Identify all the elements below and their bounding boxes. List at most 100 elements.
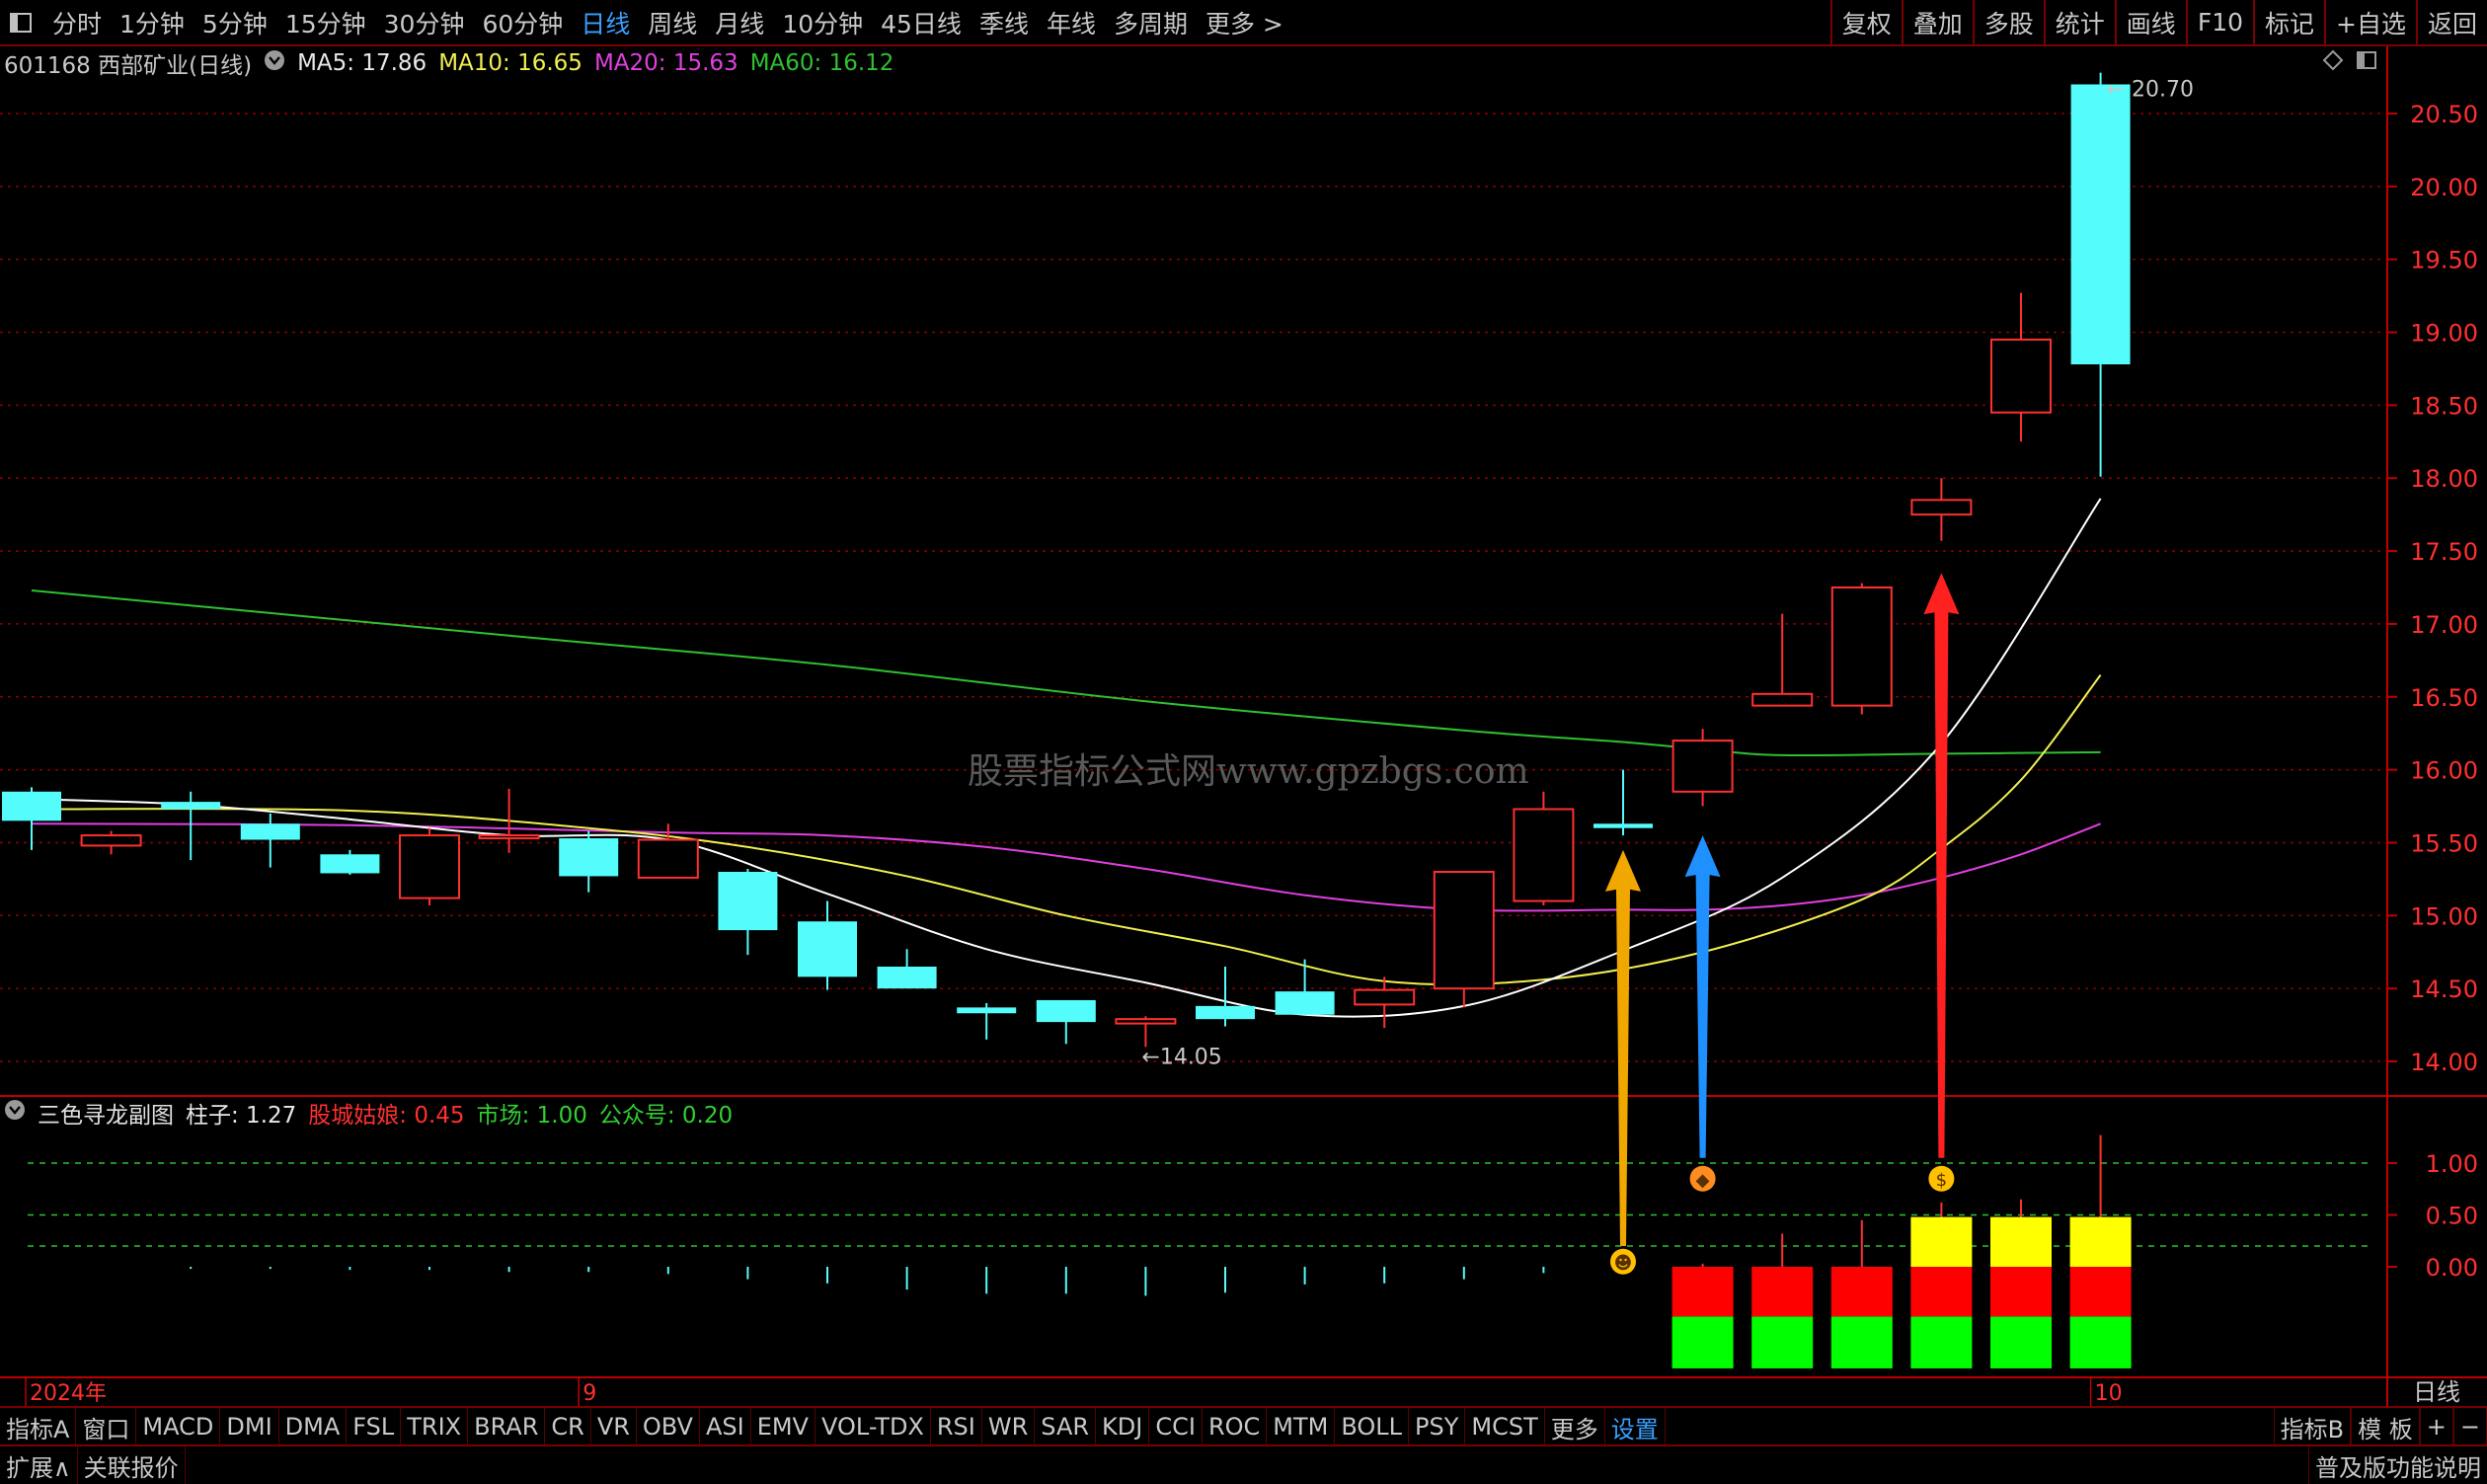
indicator-right-buttons: 指标B 模 板 + − [2273,1408,2487,1445]
indicator-right-button-1[interactable]: 模 板 [2351,1408,2420,1445]
indicator-button-17[interactable]: KDJ [1096,1408,1150,1445]
candle-0 [2,787,61,850]
ma10-line [31,674,2102,986]
tab-period-13[interactable]: 多周期 [1105,5,1197,40]
indicator-right-button-3[interactable]: − [2452,1408,2487,1445]
candle-body [1354,988,1416,1006]
candle-body [559,838,619,877]
toolbar-right-buttons: 复权 叠加 多股 统计 画线 F10 标记 +自选 返回 [1829,0,2487,44]
tab-period-3[interactable]: 15分钟 [276,5,375,40]
indicator-right-button-2[interactable]: + [2419,1408,2453,1445]
indicator-button-16[interactable]: SAR [1035,1408,1097,1445]
collapse-icon[interactable] [264,49,285,77]
indicator-button-1[interactable]: 窗口 [76,1408,137,1445]
indicator-button-18[interactable]: CCI [1149,1408,1203,1445]
sub-stack-segment [1990,1267,2052,1317]
gongzhonghao-value: 公众号: 0.20 [598,1103,734,1129]
indicator-button-4[interactable]: DMA [279,1408,348,1445]
indicator-right-button-0[interactable]: 指标B [2273,1408,2352,1445]
indicator-button-19[interactable]: ROC [1203,1408,1268,1445]
candle-19 [1513,791,1575,905]
indicator-button-6[interactable]: TRIX [401,1408,469,1445]
watermark: 股票指标公式网www.gpzbgs.com [968,751,1529,792]
indicator-button-7[interactable]: BRAR [468,1408,546,1445]
tab-period-1[interactable]: 1分钟 [111,5,194,40]
diamond-icon-glyph: ◆ [1696,1170,1710,1191]
shichang-value: 市场: 1.00 [476,1103,587,1129]
indicator-button-5[interactable]: FSL [347,1408,402,1445]
tab-period-5[interactable]: 60分钟 [473,5,572,40]
toolbar-button-7[interactable]: +自选 [2324,0,2416,44]
indicator-button-20[interactable]: MTM [1267,1408,1336,1445]
candle-body [798,921,857,977]
tab-period-9[interactable]: 10分钟 [773,5,872,40]
indicator-button-3[interactable]: DMI [220,1408,279,1445]
indicator-button-25[interactable]: 设置 [1605,1408,1666,1445]
candle-body [1593,823,1653,828]
indicator-button-21[interactable]: BOLL [1335,1408,1410,1445]
status-bar: 扩展∧ 关联报价 普及版功能说明 [0,1445,2487,1484]
sub-stack-segment [1751,1267,1814,1317]
sub-stack-segment [1671,1316,1734,1368]
toolbar-button-2[interactable]: 多股 [1972,0,2044,44]
tab-period-14[interactable]: 更多 > [1197,5,1292,40]
tab-period-2[interactable]: 5分钟 [194,5,276,40]
candle-4 [320,849,380,875]
indicator-button-15[interactable]: WR [982,1408,1036,1445]
ma60-line [31,588,2101,757]
sub-stack-segment [1751,1316,1814,1368]
candle-body [1196,1005,1255,1020]
indicator-button-12[interactable]: EMV [751,1408,816,1445]
signal-arrow-2 [1923,573,1960,1158]
indicator-button-9[interactable]: VR [591,1408,637,1445]
indicator-button-23[interactable]: MCST [1465,1408,1545,1445]
tab-period-8[interactable]: 月线 [706,5,773,40]
related-quote-button[interactable]: 关联报价 [78,1446,186,1484]
price-tick-label: 19.50 [2410,247,2478,274]
indicator-button-14[interactable]: RSI [931,1408,982,1445]
indicator-button-2[interactable]: MACD [136,1408,221,1445]
price-tick-label: 17.00 [2410,611,2478,639]
candle-body [1910,499,1973,516]
tab-period-12[interactable]: 年线 [1038,5,1105,40]
expand-button[interactable]: 扩展∧ [0,1446,78,1484]
stock-title: 601168 西部矿业(日线) [4,53,253,79]
tab-period-6[interactable]: 日线 [572,5,639,40]
panel-toggle-icon[interactable] [2356,49,2377,75]
tab-period-11[interactable]: 季线 [971,5,1038,40]
toolbar-button-3[interactable]: 统计 [2043,0,2115,44]
tab-period-4[interactable]: 30分钟 [375,5,474,40]
date-label: 2024年 [30,1381,107,1406]
tab-period-10[interactable]: 45日线 [872,5,971,40]
candle-body [637,838,699,879]
candle-21 [1671,729,1734,807]
candle-body [1115,1018,1177,1025]
window-menu-icon[interactable] [6,8,36,38]
ma10-value: MA10: 16.65 [438,50,583,76]
toolbar-button-5[interactable]: F10 [2185,0,2253,44]
edition-info-link[interactable]: 普及版功能说明 [2308,1446,2487,1484]
kline-chart[interactable]: 14.00 14.50 15.00 15.50 16.00 16.50 17.00 17.50… [0,0,2487,1482]
indicator-button-10[interactable]: OBV [637,1408,700,1445]
tab-period-7[interactable]: 周线 [639,5,706,40]
candle-23 [1830,583,1893,715]
indicator-button-13[interactable]: VOL-TDX [816,1408,931,1445]
date-label: 9 [583,1381,596,1406]
toolbar-button-1[interactable]: 叠加 [1901,0,1973,44]
tab-period-0[interactable]: 分时 [43,5,111,40]
indicator-button-0[interactable]: 指标A [0,1408,77,1445]
indicator-button-22[interactable]: PSY [1409,1408,1466,1445]
signal-arrow-1 [1684,835,1721,1158]
toolbar-button-8[interactable]: 返回 [2415,0,2487,44]
toolbar-button-6[interactable]: 标记 [2253,0,2324,44]
indicator-button-11[interactable]: ASI [700,1408,751,1445]
indicator-button-24[interactable]: 更多 [1545,1408,1605,1445]
candle-5 [399,827,460,905]
indicator-button-8[interactable]: CR [545,1408,591,1445]
candle-body [80,834,142,847]
toolbar-button-0[interactable]: 复权 [1829,0,1902,44]
sub-collapse-icon[interactable] [4,1099,26,1127]
candle-22 [1751,613,1814,707]
diamond-toggle-icon[interactable] [2322,49,2344,75]
toolbar-button-4[interactable]: 画线 [2114,0,2186,44]
